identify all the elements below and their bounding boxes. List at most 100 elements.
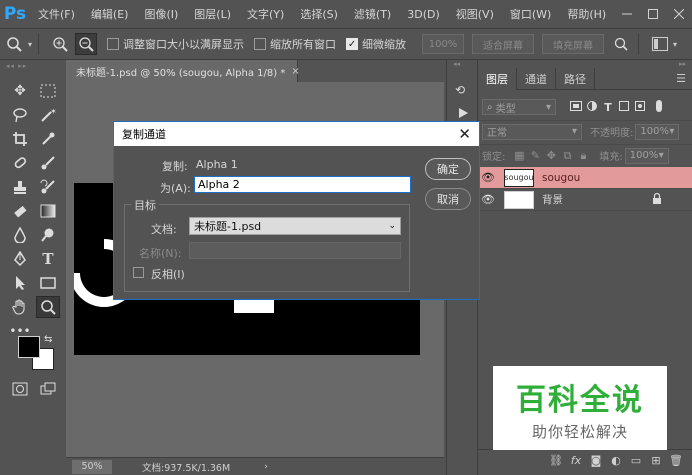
filter-toggle-icon[interactable]: [656, 99, 672, 115]
layer-filter-select[interactable]: ⌕ 类型 ▾: [482, 99, 556, 115]
layer-name[interactable]: 背景: [542, 192, 563, 207]
ok-button[interactable]: 确定: [425, 158, 471, 180]
layer-row-sougou[interactable]: 👁︎ sougou sougou: [478, 167, 692, 189]
eraser-tool-icon[interactable]: [8, 200, 32, 222]
clone-stamp-tool-icon[interactable]: [8, 176, 32, 198]
swap-colors-icon[interactable]: ⇆: [44, 334, 52, 345]
layer-row-background[interactable]: 👁︎ 背景: [478, 189, 692, 211]
panel-collapse-icon[interactable]: ▸▸: [478, 60, 692, 68]
workspace-icon[interactable]: [649, 33, 671, 55]
crop-tool-icon[interactable]: [8, 128, 32, 150]
lock-position-icon[interactable]: ✥: [543, 149, 559, 162]
healing-brush-tool-icon[interactable]: [8, 152, 32, 174]
fill-screen-button[interactable]: 填充屏幕: [542, 34, 605, 54]
status-menu-arrow-icon[interactable]: ›: [264, 462, 268, 472]
pen-tool-icon[interactable]: [8, 248, 32, 270]
layer-name[interactable]: sougou: [542, 172, 580, 184]
opacity-field[interactable]: 100% ▾: [635, 123, 680, 140]
panel-menu-icon[interactable]: ☰: [676, 68, 686, 89]
menu-layer[interactable]: 图层(L): [186, 6, 239, 22]
toolbox-grip-icon[interactable]: ◂◂ ▸▸: [6, 62, 64, 70]
quick-mask-icon[interactable]: [8, 378, 32, 400]
menu-view[interactable]: 视图(V): [448, 6, 502, 22]
maximize-icon[interactable]: [643, 4, 663, 24]
eyedropper-tool-icon[interactable]: [36, 128, 60, 150]
menu-edit[interactable]: 编辑(E): [83, 6, 137, 22]
zoom-tool-icon[interactable]: [36, 296, 60, 318]
filter-type-icon[interactable]: T: [600, 101, 616, 114]
menu-type[interactable]: 文字(Y): [239, 6, 292, 22]
filter-pixel-icon[interactable]: [568, 100, 584, 114]
menu-image[interactable]: 图像(I): [136, 6, 186, 22]
screen-mode-icon[interactable]: [36, 378, 60, 400]
tab-channels[interactable]: 通道: [517, 68, 556, 90]
scrubby-zoom-checkbox[interactable]: ✓: [346, 38, 359, 50]
channel-name-input[interactable]: [194, 176, 411, 193]
document-tab[interactable]: 未标题-1.psd @ 50% (sougou, Alpha 1/8) * ×: [66, 60, 300, 82]
brush-tool-icon[interactable]: [36, 152, 60, 174]
layer-thumbnail: [504, 190, 534, 209]
move-tool-icon[interactable]: ✥: [8, 80, 32, 102]
dodge-tool-icon[interactable]: [36, 224, 60, 246]
zoom-out-icon[interactable]: [75, 33, 98, 55]
tab-paths[interactable]: 路径: [556, 68, 595, 90]
menu-help[interactable]: 帮助(H): [559, 6, 614, 22]
trash-icon[interactable]: 🗑︎: [666, 454, 686, 467]
gradient-tool-icon[interactable]: [36, 200, 60, 222]
lock-pixels-icon[interactable]: ✎: [527, 149, 543, 162]
adjustment-layer-icon[interactable]: ◐: [606, 454, 626, 467]
minimize-icon[interactable]: [617, 4, 637, 24]
layers-panel-footer: ⛓ fx ◙ ◐ ▭ ⊞ 🗑︎: [478, 449, 692, 471]
filter-shape-icon[interactable]: [616, 100, 632, 114]
hand-tool-icon[interactable]: [8, 296, 32, 318]
lock-artboard-icon[interactable]: ⧉: [559, 149, 575, 163]
close-icon[interactable]: ✕: [458, 125, 471, 143]
foreground-color-swatch[interactable]: [18, 336, 40, 358]
watermark-title: 百科全说: [516, 382, 644, 418]
marquee-tool-icon[interactable]: [36, 80, 60, 102]
zoom-percent-field[interactable]: 100%: [422, 34, 465, 54]
visibility-eye-icon[interactable]: 👁︎: [478, 193, 498, 206]
fill-field[interactable]: 100% ▾: [624, 147, 669, 164]
visibility-eye-icon[interactable]: 👁︎: [478, 171, 498, 184]
filter-smart-object-icon[interactable]: [632, 100, 648, 114]
cancel-button[interactable]: 取消: [425, 188, 471, 210]
fx-icon[interactable]: fx: [566, 454, 586, 467]
zoom-in-icon[interactable]: [49, 33, 71, 55]
rectangle-tool-icon[interactable]: [36, 272, 60, 294]
strip-grip-icon[interactable]: ◂◂: [453, 60, 460, 68]
resize-windows-checkbox[interactable]: [107, 38, 120, 50]
close-icon[interactable]: ×: [291, 66, 299, 77]
menu-3d[interactable]: 3D(D): [399, 8, 448, 21]
zoom-all-checkbox[interactable]: [254, 38, 267, 50]
new-group-icon[interactable]: ▭: [626, 454, 646, 467]
magic-wand-tool-icon[interactable]: ✶: [36, 104, 60, 126]
search-icon[interactable]: [610, 33, 632, 55]
lasso-tool-icon[interactable]: [8, 104, 32, 126]
document-select[interactable]: 未标题-1.psd ⌄: [189, 217, 401, 235]
status-zoom-field[interactable]: 50%: [72, 459, 112, 474]
add-mask-icon[interactable]: ◙: [586, 454, 606, 467]
new-layer-icon[interactable]: ⊞: [646, 454, 666, 467]
chevron-down-icon[interactable]: ▾: [28, 40, 32, 49]
menu-window[interactable]: 窗口(W): [502, 6, 559, 22]
menu-file[interactable]: 文件(F): [30, 6, 83, 22]
filter-adjustment-icon[interactable]: [584, 100, 600, 114]
type-tool-icon[interactable]: T: [36, 248, 60, 270]
history-brush-tool-icon[interactable]: [36, 176, 60, 198]
invert-checkbox[interactable]: [133, 267, 144, 278]
history-panel-icon[interactable]: ⟲: [452, 78, 474, 100]
fit-screen-button[interactable]: 适合屏幕: [472, 34, 535, 54]
menu-filter[interactable]: 滤镜(T): [346, 6, 399, 22]
blur-tool-icon[interactable]: [8, 224, 32, 246]
zoom-tool-preset-icon[interactable]: [4, 33, 26, 55]
lock-transparent-icon[interactable]: ▦: [511, 149, 527, 162]
lock-all-icon[interactable]: 🔒︎: [575, 149, 591, 163]
chevron-down-icon[interactable]: ▾: [673, 40, 677, 49]
tab-layers[interactable]: 图层: [478, 68, 517, 90]
menu-select[interactable]: 选择(S): [292, 6, 346, 22]
close-icon[interactable]: [669, 4, 689, 24]
blend-mode-select[interactable]: 正常 ▾: [482, 123, 582, 140]
path-selection-tool-icon[interactable]: [8, 272, 32, 294]
link-layers-icon[interactable]: ⛓: [546, 454, 566, 467]
